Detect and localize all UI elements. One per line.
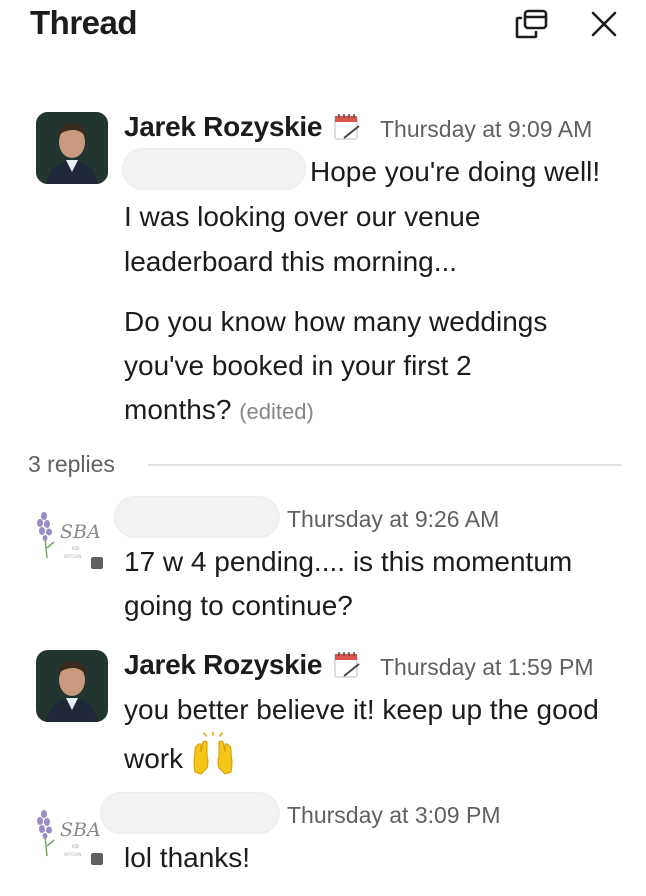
edited-label: (edited) xyxy=(239,399,314,424)
replies-count: 3 replies xyxy=(28,451,115,477)
thread-header: Thread xyxy=(0,0,646,60)
svg-text:WITCHIN: WITCHIN xyxy=(64,852,81,857)
presence-indicator xyxy=(88,554,106,572)
divider xyxy=(148,464,622,466)
avatar-jarek[interactable] xyxy=(36,650,108,722)
message-timestamp[interactable]: Thursday at 1:59 PM xyxy=(380,654,594,681)
popout-button[interactable] xyxy=(512,6,552,42)
redacted-author xyxy=(100,792,280,834)
message-text-line: you better believe it! keep up the good xyxy=(124,694,599,725)
replies-divider-row: 3 replies xyxy=(28,448,622,484)
message-text-line: going to continue? xyxy=(124,590,353,621)
redacted-mention xyxy=(122,148,306,190)
message-text-line: months? (edited) xyxy=(124,388,314,434)
message-text-line: work xyxy=(124,732,235,781)
message-text-line: I was looking over our venue xyxy=(124,201,481,232)
svg-text:co: co xyxy=(72,843,79,850)
message-timestamp[interactable]: Thursday at 3:09 PM xyxy=(287,802,501,829)
svg-text:WITCHIN: WITCHIN xyxy=(64,554,81,559)
message-author[interactable]: Jarek Rozyskie xyxy=(124,649,322,681)
message-text-line: you've booked in your first 2 xyxy=(124,350,472,381)
thread-title: Thread xyxy=(30,4,138,41)
svg-text:SBA: SBA xyxy=(60,819,101,841)
close-icon xyxy=(591,11,617,37)
message-timestamp[interactable]: Thursday at 9:26 AM xyxy=(287,506,499,533)
close-thread-button[interactable] xyxy=(584,6,624,42)
popout-window-icon xyxy=(515,9,548,39)
message-author[interactable]: Jarek Rozyskie xyxy=(124,111,322,143)
message-text-line: 17 w 4 pending.... is this momentum xyxy=(124,546,573,577)
svg-text:co: co xyxy=(72,545,79,552)
message-text: work xyxy=(124,743,184,774)
message-text-line: lol thanks! xyxy=(124,842,251,873)
message-timestamp[interactable]: Thursday at 9:09 AM xyxy=(380,116,592,143)
message-text-line: Hope you're doing well! xyxy=(310,156,601,187)
presence-indicator xyxy=(88,850,106,868)
avatar-jarek[interactable] xyxy=(36,112,108,184)
raised-hands-icon xyxy=(193,732,233,775)
calendar-icon xyxy=(334,114,360,140)
redacted-author xyxy=(114,496,280,538)
message-text: months? xyxy=(124,394,232,425)
message-text-line: Do you know how many weddings xyxy=(124,306,548,337)
message-text-line: leaderboard this morning... xyxy=(124,246,458,277)
svg-text:SBA: SBA xyxy=(60,521,101,543)
calendar-icon xyxy=(334,652,360,678)
